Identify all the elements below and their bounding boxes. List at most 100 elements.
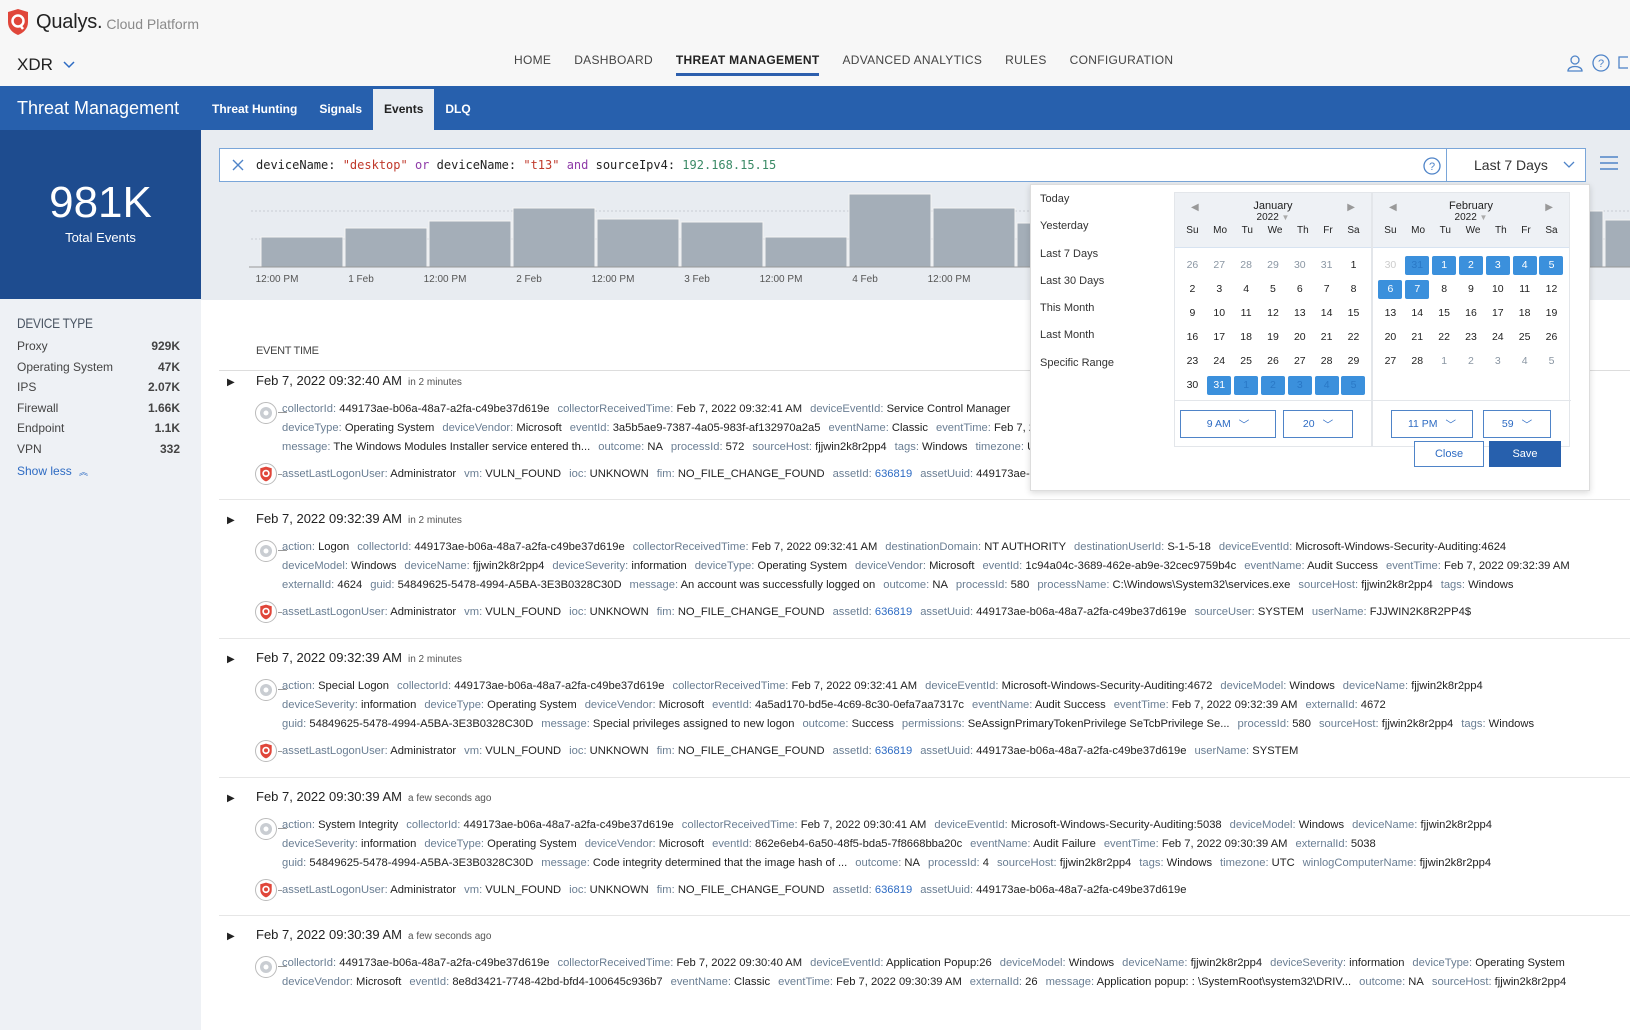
field[interactable]: ioc: UNKNOWN [569, 606, 649, 618]
field[interactable]: fim: NO_FILE_CHANGE_FOUND [657, 468, 825, 480]
calendar-day[interactable]: 27 [1207, 256, 1231, 275]
field[interactable]: destinationDomain: NT AUTHORITY [885, 541, 1066, 553]
calendar-day[interactable]: 24 [1207, 352, 1231, 371]
event-header[interactable]: ▶ Feb 7, 2022 09:30:39 AM a few seconds ag… [219, 789, 1630, 804]
device-type-row[interactable]: IPS 2.07K [17, 380, 180, 401]
event-header[interactable]: ▶ Feb 7, 2022 09:32:39 AM in 2 minutes [219, 650, 1630, 665]
preset-today[interactable]: Today [1040, 193, 1114, 220]
calendar-day[interactable]: 2 [1459, 352, 1483, 371]
histogram-bar[interactable] [764, 236, 848, 268]
calendar-day[interactable]: 20 [1378, 328, 1402, 347]
field[interactable]: deviceModel: Windows [1220, 680, 1334, 692]
field[interactable]: sourceHost: fjjwin2k8r2pp4 [1298, 579, 1432, 591]
field[interactable]: deviceVendor: Microsoft [282, 976, 401, 988]
calendar-day[interactable]: 2 [1458, 256, 1483, 275]
expand-arrow-icon[interactable]: ▶ [227, 377, 256, 388]
nav-item-advanced-analytics[interactable]: ADVANCED ANALYTICS [842, 53, 982, 76]
calendar-day[interactable]: 1 [1341, 256, 1365, 275]
field[interactable]: fim: NO_FILE_CHANGE_FOUND [657, 606, 825, 618]
field[interactable]: eventTime: Feb 7, 2022 09:30:39 AM [1104, 838, 1288, 850]
show-less-link[interactable]: Show less ︽ [17, 464, 180, 478]
field[interactable]: eventTime: Feb 7, 2022 09:32:39 AM [1386, 560, 1570, 572]
event-header[interactable]: ▶ Feb 7, 2022 09:32:39 AM in 2 minutes [219, 511, 1630, 526]
field[interactable]: vm: VULN_FOUND [464, 468, 561, 480]
field[interactable]: ioc: UNKNOWN [569, 884, 649, 896]
field[interactable]: deviceType: Operating System [282, 422, 434, 434]
field[interactable]: externalId: 4624 [282, 579, 362, 591]
preset-last-7-days[interactable]: Last 7 Days [1040, 248, 1114, 275]
calendar-day[interactable]: 22 [1432, 328, 1456, 347]
calendar-day[interactable]: 30 [1378, 256, 1402, 275]
calendar-day[interactable]: 3 [1486, 352, 1510, 371]
field[interactable]: deviceVendor: Microsoft [585, 838, 704, 850]
field[interactable]: action: Logon [282, 541, 349, 553]
calendar-day[interactable]: 29 [1341, 352, 1365, 371]
calendar-day[interactable]: 3 [1485, 256, 1510, 275]
year-select[interactable]: 2022 ▼ [1373, 212, 1569, 223]
field[interactable]: processId: 580 [956, 579, 1029, 591]
calendar-day[interactable]: 9 [1459, 280, 1483, 299]
field[interactable]: collectorReceivedTime: Feb 7, 2022 09:30… [682, 819, 927, 831]
field[interactable]: eventId: 3a5b5ae9-7387-4a05-983f-af13297… [570, 422, 821, 434]
expand-arrow-icon[interactable]: ▶ [227, 793, 256, 804]
field[interactable]: collectorReceivedTime: Feb 7, 2022 09:32… [633, 541, 878, 553]
field[interactable]: deviceModel: Windows [1230, 819, 1344, 831]
field[interactable]: tags: Windows [1441, 579, 1514, 591]
field[interactable]: deviceModel: Windows [1000, 957, 1114, 969]
calendar-day[interactable]: 23 [1180, 352, 1204, 371]
field[interactable]: eventName: Audit Failure [970, 838, 1096, 850]
prev-month-arrow-icon[interactable]: ◀ [1389, 202, 1397, 213]
calendar-day[interactable]: 10 [1486, 280, 1510, 299]
calendar-day[interactable]: 14 [1315, 304, 1339, 323]
event-header[interactable]: ▶ Feb 7, 2022 09:30:39 AM a few seconds ag… [219, 927, 1630, 942]
field[interactable]: deviceEventId: Microsoft-Windows-Securit… [925, 680, 1212, 692]
field[interactable]: deviceSeverity: information [282, 699, 416, 711]
calendar-day[interactable]: 5 [1341, 376, 1366, 395]
field[interactable]: processId: 4 [928, 857, 989, 869]
close-button[interactable]: Close [1414, 441, 1484, 467]
calendar-day[interactable]: 17 [1207, 328, 1231, 347]
calendar-day[interactable]: 14 [1405, 304, 1429, 323]
time-range-select[interactable]: Last 7 Days [1446, 148, 1586, 182]
calendar-day[interactable]: 2 [1180, 280, 1204, 299]
help-icon[interactable]: ? [1592, 54, 1610, 72]
field[interactable]: userName: SYSTEM [1194, 745, 1298, 757]
field[interactable]: collectorId: 449173ae-b06a-48a7-a2fa-c49… [406, 819, 673, 831]
field[interactable]: assetLastLogonUser: Administrator [282, 606, 456, 618]
field[interactable]: assetId: 636819 [833, 606, 913, 618]
field[interactable]: sourceHost: fjjwin2k8r2pp4 [997, 857, 1131, 869]
calendar-day[interactable]: 1 [1234, 376, 1259, 395]
calendar-day[interactable]: 27 [1288, 352, 1312, 371]
start-minute-select[interactable]: 20 ﹀ [1283, 410, 1353, 438]
field[interactable]: fim: NO_FILE_CHANGE_FOUND [657, 884, 825, 896]
field[interactable]: message: The Windows Modules Installer s… [282, 441, 590, 453]
field[interactable]: externalId: 26 [970, 976, 1038, 988]
field[interactable]: action: System Integrity [282, 819, 398, 831]
calendar-day[interactable]: 11 [1234, 304, 1258, 323]
calendar-day[interactable]: 15 [1432, 304, 1456, 323]
preset-specific-range[interactable]: Specific Range [1040, 357, 1114, 384]
query-help-icon[interactable]: ? [1423, 157, 1441, 175]
calendar-day[interactable]: 5 [1539, 352, 1563, 371]
field[interactable]: externalId: 5038 [1296, 838, 1376, 850]
field[interactable]: eventId: 8e8d3421-7748-42bd-bfd4-100645c… [409, 976, 662, 988]
calendar-day[interactable]: 25 [1513, 328, 1537, 347]
preset-last-month[interactable]: Last Month [1040, 329, 1114, 356]
tab-signals[interactable]: Signals [308, 86, 373, 130]
calendar-day[interactable]: 23 [1459, 328, 1483, 347]
field[interactable]: deviceSeverity: information [282, 838, 416, 850]
tab-events[interactable]: Events [373, 89, 435, 130]
histogram-bar[interactable] [512, 207, 596, 268]
calendar-day[interactable]: 6 [1288, 280, 1312, 299]
calendar-day[interactable]: 31 [1207, 376, 1232, 395]
device-type-row[interactable]: VPN 332 [17, 442, 180, 463]
calendar-day[interactable]: 31 [1405, 256, 1430, 275]
calendar-day[interactable]: 6 [1378, 280, 1403, 299]
field[interactable]: collectorId: 449173ae-b06a-48a7-a2fa-c49… [397, 680, 664, 692]
field[interactable]: eventId: 862e6eb4-6a50-48f5-bda5-7f8668b… [712, 838, 962, 850]
histogram-bar[interactable] [260, 236, 344, 268]
calendar-day[interactable]: 24 [1486, 328, 1510, 347]
field[interactable]: deviceEventId: Microsoft-Windows-Securit… [1219, 541, 1506, 553]
clear-search-icon[interactable] [232, 159, 244, 171]
field[interactable]: message: Special privileges assigned to … [541, 718, 794, 730]
